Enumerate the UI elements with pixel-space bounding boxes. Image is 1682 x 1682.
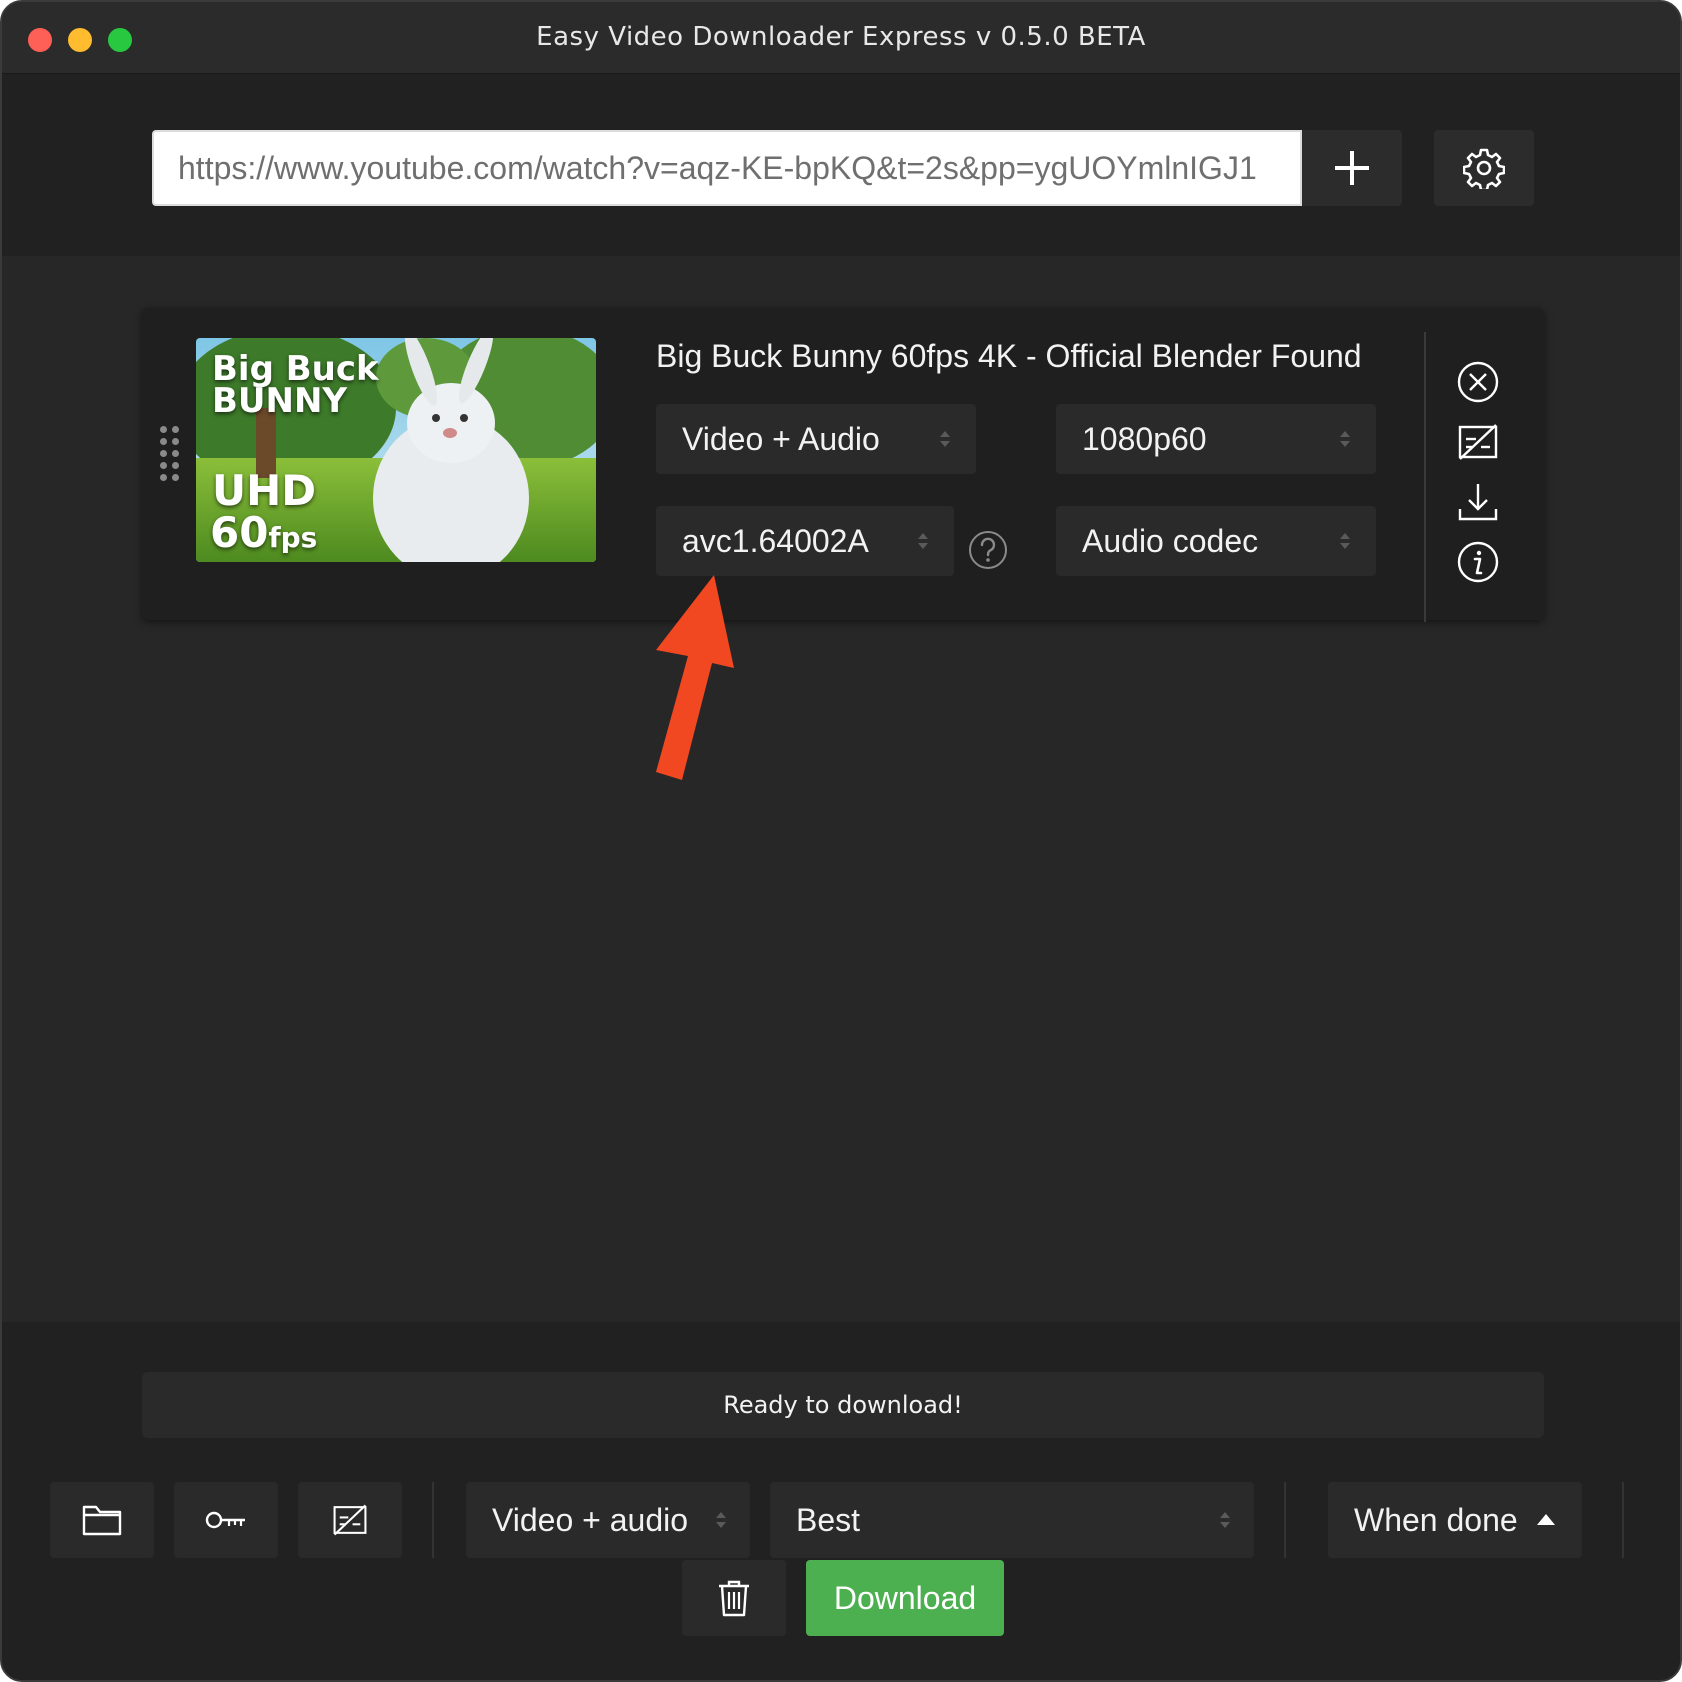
video-codec-select-value: avc1.64002A — [682, 523, 869, 559]
url-input[interactable] — [152, 130, 1302, 206]
thumbnail-fps-number: 60 — [210, 508, 269, 557]
select-arrows-icon — [918, 533, 928, 549]
key-icon — [205, 1511, 245, 1529]
video-item-card: Big Buck BUNNY UHD 60fps Big Buck Bunny … — [142, 308, 1544, 622]
download-icon — [1458, 484, 1498, 521]
resolution-select-value: 1080p60 — [1082, 421, 1207, 457]
when-done-label: When done — [1354, 1502, 1518, 1538]
remove-item-button[interactable] — [1456, 360, 1500, 404]
download-item-button[interactable] — [1456, 480, 1500, 524]
subtitles-off-icon — [333, 1504, 367, 1536]
thumbnail-title-line2: BUNNY — [212, 381, 348, 421]
help-icon[interactable] — [968, 530, 1008, 570]
global-mode-select[interactable]: Video + audio — [466, 1482, 750, 1558]
annotation-arrow-icon — [656, 575, 734, 780]
trash-icon — [719, 1580, 749, 1617]
thumbnail-uhd-label: UHD — [212, 466, 317, 515]
open-folder-button[interactable] — [50, 1482, 154, 1558]
select-arrows-icon — [1340, 533, 1350, 549]
when-done-menu[interactable]: When done — [1328, 1482, 1582, 1558]
footer-separator — [1622, 1482, 1624, 1558]
select-arrows-icon — [940, 431, 950, 447]
footer-separator — [1284, 1482, 1286, 1558]
item-info-button[interactable] — [1456, 540, 1500, 584]
download-button[interactable]: Download — [806, 1560, 1004, 1636]
drag-handle-icon[interactable] — [160, 426, 180, 482]
select-arrows-icon — [716, 1512, 726, 1528]
plus-icon — [1335, 151, 1369, 185]
video-title: Big Buck Bunny 60fps 4K - Official Blend… — [656, 338, 1362, 374]
subtitles-toggle-button[interactable] — [1456, 420, 1500, 464]
status-bar: Ready to download! — [142, 1372, 1544, 1438]
add-url-button[interactable] — [1302, 130, 1402, 206]
global-quality-select[interactable]: Best — [770, 1482, 1254, 1558]
resolution-select[interactable]: 1080p60 — [1056, 404, 1376, 474]
subtitles-off-icon — [1458, 424, 1498, 460]
close-circle-icon — [1457, 361, 1499, 403]
global-mode-select-value: Video + audio — [492, 1502, 689, 1538]
audio-codec-select-value: Audio codec — [1082, 523, 1259, 559]
info-icon — [1457, 541, 1499, 583]
license-key-button[interactable] — [174, 1482, 278, 1558]
select-arrows-icon — [1340, 431, 1350, 447]
gear-icon — [1463, 148, 1505, 189]
url-bar-area — [2, 74, 1680, 256]
mode-select[interactable]: Video + Audio — [656, 404, 976, 474]
clear-list-button[interactable] — [682, 1560, 786, 1636]
window-title: Easy Video Downloader Express v 0.5.0 BE… — [536, 22, 1146, 52]
select-arrows-icon — [1220, 1512, 1230, 1528]
title-bar: Easy Video Downloader Express v 0.5.0 BE… — [2, 2, 1680, 74]
settings-button[interactable] — [1434, 130, 1534, 206]
thumbnail-fps-suffix: fps — [268, 521, 318, 554]
thumbnail-fps-label: 60fps — [210, 512, 317, 554]
folder-icon — [82, 1505, 122, 1536]
footer-panel: Ready to download! Video + audio Best Wh… — [2, 1322, 1680, 1680]
card-divider — [1424, 332, 1426, 622]
mode-select-value: Video + Audio — [682, 421, 880, 457]
video-codec-select[interactable]: avc1.64002A — [656, 506, 954, 576]
caret-up-icon — [1537, 1514, 1555, 1525]
app-window: Easy Video Downloader Express v 0.5.0 BE… — [0, 0, 1682, 1682]
audio-codec-select[interactable]: Audio codec — [1056, 506, 1376, 576]
video-thumbnail: Big Buck BUNNY UHD 60fps — [196, 338, 596, 562]
subtitles-global-button[interactable] — [298, 1482, 402, 1558]
global-quality-select-value: Best — [796, 1502, 861, 1538]
footer-separator — [432, 1482, 434, 1558]
